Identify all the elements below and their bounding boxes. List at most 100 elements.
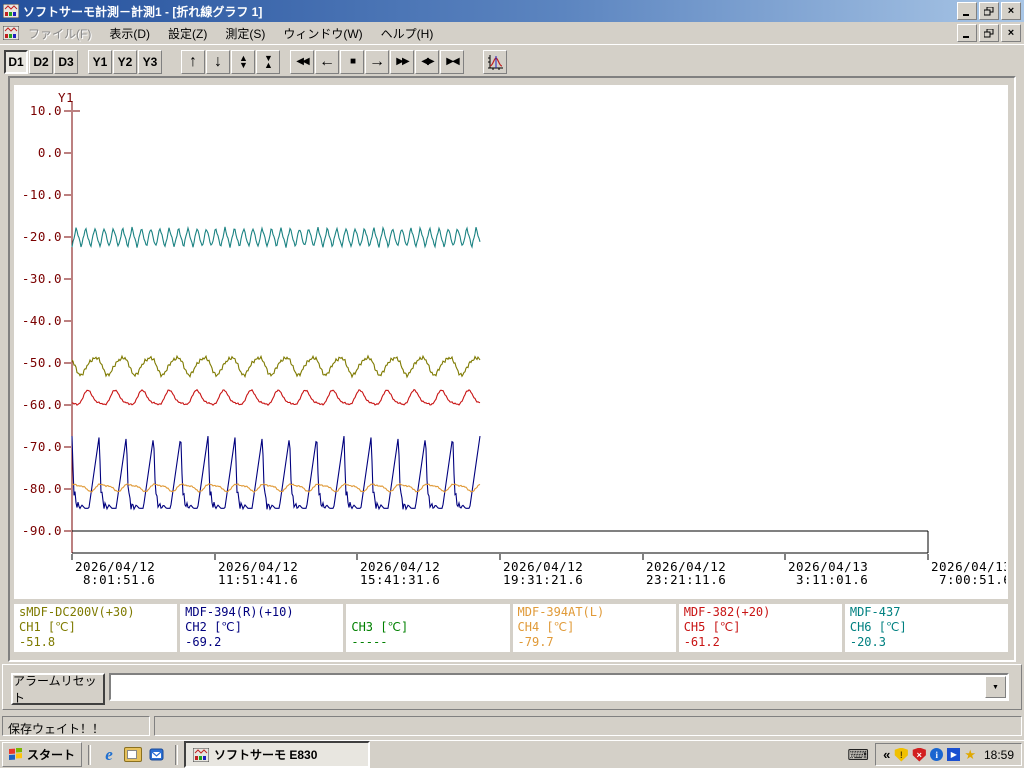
toolbar-button-d2[interactable]: D2 <box>29 50 53 74</box>
toolbar-button-pan-left[interactable]: ← <box>315 50 339 74</box>
y-tick-label: 10.0 <box>30 103 62 118</box>
star-tray-icon[interactable]: ★ <box>964 747 976 763</box>
tray-clock: 18:59 <box>983 747 1014 762</box>
security-warning-icon[interactable]: ! <box>894 747 908 762</box>
minimize-button[interactable] <box>957 2 977 20</box>
toolbar-button-stop[interactable]: ■ <box>340 50 364 74</box>
x-tick-time: 23:21:11.6 <box>646 572 726 587</box>
toolbar-button-expand-horizontal[interactable]: ◀▶ <box>415 50 439 74</box>
menu-bar: ファイル(F) 表示(D) 設定(Z) 測定(S) ウィンドウ(W) ヘルプ(H) × <box>0 22 1024 44</box>
y-tick-label: -30.0 <box>22 271 62 286</box>
legend-title: MDF-382(+20) <box>683 605 771 619</box>
taskbar-separator <box>88 744 92 765</box>
y-tick-label: -60.0 <box>22 397 62 412</box>
quick-launch-show-desktop-icon[interactable] <box>123 745 143 765</box>
alarm-combobox-value[interactable] <box>111 675 984 699</box>
arrow-right-icon: → <box>369 53 385 70</box>
alarm-combobox[interactable]: ▼ <box>109 673 1009 701</box>
legend-cell-ch5: MDF-382(+20) CH5 [℃] -61.2 <box>678 604 842 652</box>
legend-cell-ch3: CH3 [℃] ----- <box>346 604 510 652</box>
toolbar-button-fast-rewind[interactable]: ◀◀ <box>290 50 314 74</box>
toolbar-button-y2[interactable]: Y2 <box>113 50 137 74</box>
combo-dropdown-button[interactable]: ▼ <box>985 676 1006 698</box>
restore-icon <box>984 6 994 15</box>
task-button-softthermo[interactable]: ソフトサーモ E830 <box>184 741 371 768</box>
taskbar: スタート e ソフトサーモ E830 ⌨ « ! × i ▶ ★ 18:59 <box>0 740 1024 768</box>
menu-items: ファイル(F) 表示(D) 設定(Z) 測定(S) ウィンドウ(W) ヘルプ(H) <box>19 22 955 45</box>
client-area: Y1 10.0 0.0 -10.0 -20.0 -30.0 -40.0 -50.0 -60.0-… <box>0 74 1024 714</box>
status-spacer <box>154 716 1022 736</box>
title-bar: ソフトサーモ計測－計測1 - [折れ線グラフ 1] × <box>0 0 1024 22</box>
toolbar-button-d1[interactable]: D1 <box>4 50 28 74</box>
mdi-restore-icon <box>984 28 994 37</box>
toolbar-button-compress-horizontal[interactable]: ▶◀ <box>440 50 464 74</box>
mdi-minimize-icon <box>963 35 969 38</box>
toolbar-button-y3[interactable]: Y3 <box>138 50 162 74</box>
line-chart-panel: Y1 10.0 0.0 -10.0 -20.0 -30.0 -40.0 -50.0 -60.0-… <box>14 85 1011 599</box>
legend-value: -79.7 <box>517 635 554 649</box>
toolbar-button-pan-down[interactable]: ↓ <box>206 50 230 74</box>
toolbar-button-y1[interactable]: Y1 <box>88 50 112 74</box>
toolbar-button-pan-right[interactable]: → <box>365 50 389 74</box>
start-button[interactable]: スタート <box>2 742 83 767</box>
stop-icon: ■ <box>349 56 356 67</box>
task-label: ソフトサーモ E830 <box>214 748 318 762</box>
legend-value: -20.3 <box>849 635 886 649</box>
menu-item-measure[interactable]: 測定(S) <box>216 22 274 45</box>
legend-title: MDF-394(R)(+10) <box>185 605 294 619</box>
start-label: スタート <box>27 748 76 762</box>
toolbar-button-pan-up[interactable]: ↑ <box>181 50 205 74</box>
keyboard-layout-icon[interactable]: ⌨ <box>847 746 869 764</box>
channel-legend: sMDF-DC200V(+30) CH1 [℃] -51.8 MDF-394(R)(+… <box>14 604 1009 652</box>
double-left-icon: ◀◀ <box>296 56 309 67</box>
security-error-icon[interactable]: × <box>912 747 926 762</box>
y-tick-label: 0.0 <box>38 145 62 160</box>
toolbar-button-fast-forward[interactable]: ▶▶ <box>390 50 414 74</box>
toolbar-button-compress-vertical[interactable]: ▼ ▲ <box>256 50 280 74</box>
x-tick-time: 11:51:41.6 <box>218 572 298 587</box>
legend-channel: CH6 [℃] <box>849 620 907 634</box>
y-tick-label: -50.0 <box>22 355 62 370</box>
graph-window: Y1 10.0 0.0 -10.0 -20.0 -30.0 -40.0 -50.0 -60.0-… <box>8 76 1016 662</box>
status-bar: 保存ウェイト！！ <box>0 714 1024 738</box>
quick-launch-outlook-icon[interactable] <box>147 745 167 765</box>
mdi-minimize-button[interactable] <box>957 24 977 42</box>
menu-item-file[interactable]: ファイル(F) <box>19 22 100 45</box>
minimize-icon <box>963 13 969 16</box>
alarm-strip: アラームリセット ▼ <box>2 664 1022 710</box>
mdi-close-button[interactable]: × <box>1001 24 1021 42</box>
y-tick-label: -90.0 <box>22 523 62 538</box>
restore-button[interactable] <box>979 2 999 20</box>
menu-item-settings[interactable]: 設定(Z) <box>159 22 216 45</box>
toolbar-button-expand-vertical[interactable]: ▲ ▼ <box>231 50 255 74</box>
legend-cell-ch2: MDF-394(R)(+10) CH2 [℃] -69.2 <box>180 604 344 652</box>
y-tick-label: -20.0 <box>22 229 62 244</box>
y-tick-label: -70.0 <box>22 439 62 454</box>
info-balloon-icon[interactable]: i <box>930 748 944 761</box>
legend-value: -51.8 <box>19 635 56 649</box>
media-tray-icon[interactable]: ▶ <box>947 748 961 761</box>
quick-launch-ie-icon[interactable]: e <box>99 745 119 765</box>
close-button[interactable]: × <box>1001 2 1021 20</box>
mdi-restore-button[interactable] <box>979 24 999 42</box>
alarm-reset-button[interactable]: アラームリセット <box>11 673 105 705</box>
menu-item-view[interactable]: 表示(D) <box>100 22 159 45</box>
graph-setup-button[interactable] <box>483 50 507 74</box>
x-tick-time: 3:11:01.6 <box>788 572 868 587</box>
y-tick-label: -80.0 <box>22 481 62 496</box>
task-app-icon <box>193 747 210 762</box>
horizontal-nav-group: ◀◀ ← ■ → ▶▶ ◀▶ ▶◀ <box>290 50 465 74</box>
desktop: ソフトサーモ計測－計測1 - [折れ線グラフ 1] × ファイル(F) 表示(D… <box>0 0 1024 768</box>
menu-item-window[interactable]: ウィンドウ(W) <box>274 22 371 45</box>
toolbar-button-d3[interactable]: D3 <box>54 50 78 74</box>
x-tick-time: 8:01:51.6 <box>75 572 155 587</box>
menu-item-help[interactable]: ヘルプ(H) <box>372 22 443 45</box>
x-tick-time: 7:00:51.6 <box>931 572 1006 587</box>
tray-overflow-chevron[interactable]: « <box>883 747 890 762</box>
series-ch6-line <box>71 225 481 249</box>
mdi-child-icon <box>3 26 19 40</box>
legend-value: -69.2 <box>185 635 222 649</box>
legend-value: ----- <box>351 635 388 649</box>
status-message: 保存ウェイト！！ <box>2 716 150 736</box>
legend-value: -61.2 <box>683 635 720 649</box>
